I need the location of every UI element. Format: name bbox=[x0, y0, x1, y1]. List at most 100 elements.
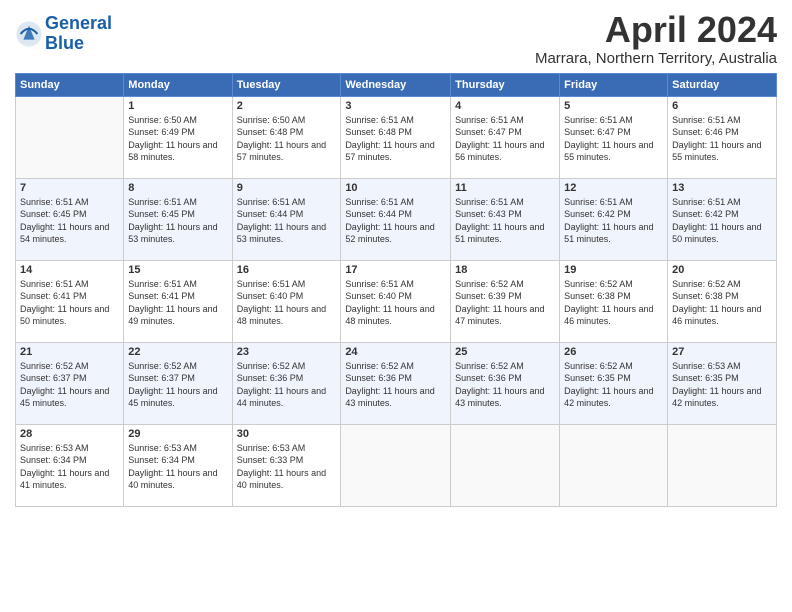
sunrise-text: Sunrise: 6:51 AM bbox=[20, 278, 119, 291]
sunrise-text: Sunrise: 6:52 AM bbox=[128, 360, 227, 373]
sunrise-text: Sunrise: 6:51 AM bbox=[128, 196, 227, 209]
calendar-cell: 3 Sunrise: 6:51 AM Sunset: 6:48 PM Dayli… bbox=[341, 96, 451, 178]
calendar-cell: 19 Sunrise: 6:52 AM Sunset: 6:38 PM Dayl… bbox=[560, 260, 668, 342]
daylight-text: Daylight: 11 hours and 46 minutes. bbox=[672, 303, 772, 328]
day-number: 16 bbox=[237, 264, 337, 276]
daylight-text: Daylight: 11 hours and 53 minutes. bbox=[237, 221, 337, 246]
day-number: 21 bbox=[20, 346, 119, 358]
calendar-table: Sunday Monday Tuesday Wednesday Thursday… bbox=[15, 73, 777, 507]
week-row-2: 7 Sunrise: 6:51 AM Sunset: 6:45 PM Dayli… bbox=[16, 178, 777, 260]
day-info: Sunrise: 6:52 AM Sunset: 6:36 PM Dayligh… bbox=[455, 360, 555, 410]
sunrise-text: Sunrise: 6:51 AM bbox=[672, 196, 772, 209]
daylight-text: Daylight: 11 hours and 51 minutes. bbox=[455, 221, 555, 246]
calendar-cell: 14 Sunrise: 6:51 AM Sunset: 6:41 PM Dayl… bbox=[16, 260, 124, 342]
page: General Blue April 2024 Marrara, Norther… bbox=[0, 0, 792, 612]
sunrise-text: Sunrise: 6:51 AM bbox=[564, 196, 663, 209]
sunset-text: Sunset: 6:36 PM bbox=[455, 372, 555, 385]
day-info: Sunrise: 6:52 AM Sunset: 6:38 PM Dayligh… bbox=[672, 278, 772, 328]
daylight-text: Daylight: 11 hours and 45 minutes. bbox=[128, 385, 227, 410]
sunset-text: Sunset: 6:41 PM bbox=[128, 290, 227, 303]
calendar-cell: 1 Sunrise: 6:50 AM Sunset: 6:49 PM Dayli… bbox=[124, 96, 232, 178]
day-number: 15 bbox=[128, 264, 227, 276]
daylight-text: Daylight: 11 hours and 40 minutes. bbox=[237, 467, 337, 492]
daylight-text: Daylight: 11 hours and 52 minutes. bbox=[345, 221, 446, 246]
calendar-cell: 21 Sunrise: 6:52 AM Sunset: 6:37 PM Dayl… bbox=[16, 342, 124, 424]
daylight-text: Daylight: 11 hours and 55 minutes. bbox=[564, 139, 663, 164]
daylight-text: Daylight: 11 hours and 40 minutes. bbox=[128, 467, 227, 492]
day-number: 1 bbox=[128, 100, 227, 112]
header-saturday: Saturday bbox=[668, 73, 777, 96]
calendar-cell: 30 Sunrise: 6:53 AM Sunset: 6:33 PM Dayl… bbox=[232, 424, 341, 506]
sunset-text: Sunset: 6:37 PM bbox=[128, 372, 227, 385]
day-info: Sunrise: 6:50 AM Sunset: 6:48 PM Dayligh… bbox=[237, 114, 337, 164]
sunset-text: Sunset: 6:45 PM bbox=[20, 208, 119, 221]
sunrise-text: Sunrise: 6:51 AM bbox=[128, 278, 227, 291]
sunrise-text: Sunrise: 6:51 AM bbox=[20, 196, 119, 209]
daylight-text: Daylight: 11 hours and 48 minutes. bbox=[237, 303, 337, 328]
daylight-text: Daylight: 11 hours and 43 minutes. bbox=[455, 385, 555, 410]
week-row-4: 21 Sunrise: 6:52 AM Sunset: 6:37 PM Dayl… bbox=[16, 342, 777, 424]
sunrise-text: Sunrise: 6:52 AM bbox=[564, 360, 663, 373]
day-number: 11 bbox=[455, 182, 555, 194]
day-number: 5 bbox=[564, 100, 663, 112]
day-info: Sunrise: 6:51 AM Sunset: 6:40 PM Dayligh… bbox=[237, 278, 337, 328]
day-info: Sunrise: 6:51 AM Sunset: 6:48 PM Dayligh… bbox=[345, 114, 446, 164]
day-info: Sunrise: 6:51 AM Sunset: 6:41 PM Dayligh… bbox=[20, 278, 119, 328]
daylight-text: Daylight: 11 hours and 50 minutes. bbox=[20, 303, 119, 328]
sunset-text: Sunset: 6:46 PM bbox=[672, 126, 772, 139]
day-info: Sunrise: 6:51 AM Sunset: 6:40 PM Dayligh… bbox=[345, 278, 446, 328]
calendar-cell: 28 Sunrise: 6:53 AM Sunset: 6:34 PM Dayl… bbox=[16, 424, 124, 506]
sunset-text: Sunset: 6:36 PM bbox=[237, 372, 337, 385]
day-info: Sunrise: 6:51 AM Sunset: 6:43 PM Dayligh… bbox=[455, 196, 555, 246]
day-number: 27 bbox=[672, 346, 772, 358]
day-number: 29 bbox=[128, 428, 227, 440]
sunrise-text: Sunrise: 6:52 AM bbox=[455, 360, 555, 373]
day-info: Sunrise: 6:51 AM Sunset: 6:47 PM Dayligh… bbox=[455, 114, 555, 164]
day-number: 10 bbox=[345, 182, 446, 194]
day-info: Sunrise: 6:53 AM Sunset: 6:34 PM Dayligh… bbox=[128, 442, 227, 492]
day-info: Sunrise: 6:52 AM Sunset: 6:36 PM Dayligh… bbox=[345, 360, 446, 410]
day-info: Sunrise: 6:51 AM Sunset: 6:41 PM Dayligh… bbox=[128, 278, 227, 328]
daylight-text: Daylight: 11 hours and 56 minutes. bbox=[455, 139, 555, 164]
sunrise-text: Sunrise: 6:53 AM bbox=[672, 360, 772, 373]
header-thursday: Thursday bbox=[451, 73, 560, 96]
day-number: 23 bbox=[237, 346, 337, 358]
sunrise-text: Sunrise: 6:53 AM bbox=[237, 442, 337, 455]
daylight-text: Daylight: 11 hours and 43 minutes. bbox=[345, 385, 446, 410]
calendar-cell: 15 Sunrise: 6:51 AM Sunset: 6:41 PM Dayl… bbox=[124, 260, 232, 342]
day-number: 18 bbox=[455, 264, 555, 276]
calendar-cell: 13 Sunrise: 6:51 AM Sunset: 6:42 PM Dayl… bbox=[668, 178, 777, 260]
sunset-text: Sunset: 6:41 PM bbox=[20, 290, 119, 303]
day-number: 22 bbox=[128, 346, 227, 358]
day-number: 13 bbox=[672, 182, 772, 194]
calendar-cell: 20 Sunrise: 6:52 AM Sunset: 6:38 PM Dayl… bbox=[668, 260, 777, 342]
calendar-cell: 4 Sunrise: 6:51 AM Sunset: 6:47 PM Dayli… bbox=[451, 96, 560, 178]
day-number: 25 bbox=[455, 346, 555, 358]
calendar-cell: 17 Sunrise: 6:51 AM Sunset: 6:40 PM Dayl… bbox=[341, 260, 451, 342]
day-number: 9 bbox=[237, 182, 337, 194]
calendar-cell: 6 Sunrise: 6:51 AM Sunset: 6:46 PM Dayli… bbox=[668, 96, 777, 178]
daylight-text: Daylight: 11 hours and 41 minutes. bbox=[20, 467, 119, 492]
sunrise-text: Sunrise: 6:52 AM bbox=[345, 360, 446, 373]
daylight-text: Daylight: 11 hours and 58 minutes. bbox=[128, 139, 227, 164]
calendar-cell bbox=[451, 424, 560, 506]
header-tuesday: Tuesday bbox=[232, 73, 341, 96]
day-number: 14 bbox=[20, 264, 119, 276]
daylight-text: Daylight: 11 hours and 57 minutes. bbox=[237, 139, 337, 164]
header-wednesday: Wednesday bbox=[341, 73, 451, 96]
calendar-cell: 9 Sunrise: 6:51 AM Sunset: 6:44 PM Dayli… bbox=[232, 178, 341, 260]
daylight-text: Daylight: 11 hours and 48 minutes. bbox=[345, 303, 446, 328]
sunset-text: Sunset: 6:45 PM bbox=[128, 208, 227, 221]
day-info: Sunrise: 6:50 AM Sunset: 6:49 PM Dayligh… bbox=[128, 114, 227, 164]
day-info: Sunrise: 6:51 AM Sunset: 6:46 PM Dayligh… bbox=[672, 114, 772, 164]
sunset-text: Sunset: 6:44 PM bbox=[345, 208, 446, 221]
sunrise-text: Sunrise: 6:52 AM bbox=[20, 360, 119, 373]
sunset-text: Sunset: 6:34 PM bbox=[20, 454, 119, 467]
sunset-text: Sunset: 6:40 PM bbox=[237, 290, 337, 303]
calendar-cell: 7 Sunrise: 6:51 AM Sunset: 6:45 PM Dayli… bbox=[16, 178, 124, 260]
sunrise-text: Sunrise: 6:51 AM bbox=[345, 114, 446, 127]
sunset-text: Sunset: 6:47 PM bbox=[455, 126, 555, 139]
sunset-text: Sunset: 6:48 PM bbox=[345, 126, 446, 139]
location: Marrara, Northern Territory, Australia bbox=[535, 50, 777, 67]
day-number: 3 bbox=[345, 100, 446, 112]
